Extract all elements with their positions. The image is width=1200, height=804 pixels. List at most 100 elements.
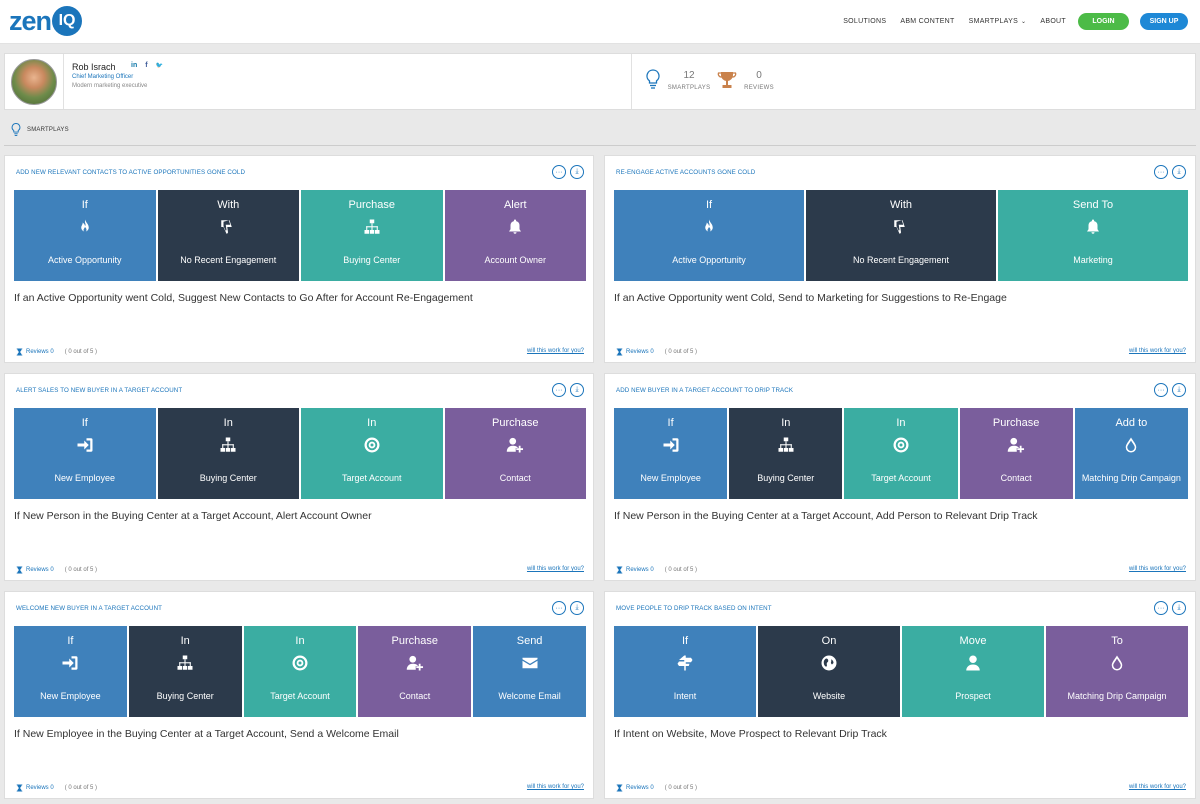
section-divider xyxy=(4,145,1196,146)
will-this-work-link[interactable]: will this work for you? xyxy=(1129,348,1186,354)
smartplay-card[interactable]: ADD NEW BUYER IN A TARGET ACCOUNT TO DRI… xyxy=(604,373,1196,581)
nav-solutions[interactable]: SOLUTIONS xyxy=(843,18,886,25)
download-icon[interactable]: ⤓ xyxy=(1172,165,1186,179)
will-this-work-link[interactable]: will this work for you? xyxy=(527,566,584,572)
logo-wordmark: zen xyxy=(9,6,52,36)
rule-tile[interactable]: To Matching Drip Campaign xyxy=(1046,626,1188,717)
rule-tile[interactable]: Send To Marketing xyxy=(998,190,1188,281)
more-options-icon[interactable]: ··· xyxy=(1154,601,1168,615)
tile-keyword: Purchase xyxy=(492,417,539,429)
more-options-icon[interactable]: ··· xyxy=(1154,383,1168,397)
smartplay-card[interactable]: ADD NEW RELEVANT CONTACTS TO ACTIVE OPPO… xyxy=(4,155,594,363)
download-icon[interactable]: ⤓ xyxy=(1172,383,1186,397)
avatar xyxy=(11,59,57,105)
reviews-count: 0 xyxy=(756,70,762,81)
rule-tile[interactable]: In Buying Center xyxy=(128,626,242,717)
review-count: ( 0 out of 5 ) xyxy=(64,349,98,355)
smartplay-card[interactable]: MOVE PEOPLE TO DRIP TRACK BASED ON INTEN… xyxy=(604,591,1196,799)
will-this-work-link[interactable]: will this work for you? xyxy=(527,348,584,354)
rule-tile[interactable]: In Buying Center xyxy=(729,408,843,499)
zeniq-logo[interactable]: zen IQ xyxy=(9,6,83,36)
download-icon[interactable]: ⤓ xyxy=(570,165,584,179)
rule-tile[interactable]: With No Recent Engagement xyxy=(157,190,299,281)
card-description: If New Person in the Buying Center at a … xyxy=(14,510,372,522)
tile-keyword: Purchase xyxy=(348,199,395,211)
reviews-link[interactable]: Reviews 0 xyxy=(26,349,54,355)
reviews-link[interactable]: Reviews 0 xyxy=(626,349,654,355)
will-this-work-link[interactable]: will this work for you? xyxy=(1129,566,1186,572)
card-title[interactable]: RE-ENGAGE ACTIVE ACCOUNTS GONE COLD xyxy=(616,169,755,176)
more-options-icon[interactable]: ··· xyxy=(552,383,566,397)
target-icon xyxy=(363,436,381,454)
smartplay-card[interactable]: RE-ENGAGE ACTIVE ACCOUNTS GONE COLD ··· … xyxy=(604,155,1196,363)
card-title[interactable]: WELCOME NEW BUYER IN A TARGET ACCOUNT xyxy=(16,605,162,612)
more-options-icon[interactable]: ··· xyxy=(552,165,566,179)
tile-label: Intent xyxy=(673,691,697,701)
sign-in-icon xyxy=(61,654,79,672)
rule-tile[interactable]: Purchase Contact xyxy=(959,408,1073,499)
nav-abm-content[interactable]: ABM CONTENT xyxy=(900,18,954,25)
rule-tile[interactable]: Move Prospect xyxy=(902,626,1044,717)
smartplay-card[interactable]: WELCOME NEW BUYER IN A TARGET ACCOUNT ··… xyxy=(4,591,594,799)
tile-label: Contact xyxy=(1000,473,1032,483)
more-options-icon[interactable]: ··· xyxy=(552,601,566,615)
card-title[interactable]: ALERT SALES TO NEW BUYER IN A TARGET ACC… xyxy=(16,387,182,394)
twitter-icon[interactable]: 🐦 xyxy=(156,62,163,69)
smartplays-count-label: SMARTPLAYS xyxy=(667,85,711,91)
rule-tile[interactable]: On Website xyxy=(758,626,900,717)
facebook-icon[interactable]: f xyxy=(145,62,147,69)
card-description: If Intent on Website, Move Prospect to R… xyxy=(614,728,887,740)
nav-smartplays[interactable]: SMARTPLAYS ⌄ xyxy=(969,18,1027,25)
globe-icon xyxy=(820,654,838,672)
rule-tile[interactable]: If Active Opportunity xyxy=(14,190,156,281)
rule-tile[interactable]: In Target Account xyxy=(243,626,357,717)
fire-icon xyxy=(700,218,718,236)
reviews-link[interactable]: Reviews 0 xyxy=(26,567,54,573)
tile-keyword: Send To xyxy=(1072,199,1114,211)
download-icon[interactable]: ⤓ xyxy=(1172,601,1186,615)
rule-tile[interactable]: Send Welcome Email xyxy=(473,626,586,717)
rule-tile[interactable]: Add to Matching Drip Campaign xyxy=(1074,408,1188,499)
rule-tile[interactable]: Purchase Contact xyxy=(358,626,472,717)
rule-tile[interactable]: Alert Account Owner xyxy=(444,190,586,281)
rule-tile[interactable]: In Target Account xyxy=(844,408,958,499)
divider xyxy=(631,54,632,109)
tile-label: New Employee xyxy=(40,691,101,701)
rule-tile[interactable]: Purchase Contact xyxy=(444,408,586,499)
rule-tiles: If Active Opportunity With No Recent Eng… xyxy=(14,190,586,281)
reviews-link[interactable]: Reviews 0 xyxy=(626,567,654,573)
card-title[interactable]: MOVE PEOPLE TO DRIP TRACK BASED ON INTEN… xyxy=(616,605,772,612)
review-count: ( 0 out of 5 ) xyxy=(664,567,698,573)
rule-tile[interactable]: In Target Account xyxy=(301,408,443,499)
download-icon[interactable]: ⤓ xyxy=(570,383,584,397)
drop-icon xyxy=(1108,654,1126,672)
signup-button[interactable]: SIGN UP xyxy=(1140,13,1188,30)
rule-tile[interactable]: In Buying Center xyxy=(157,408,299,499)
rule-tile[interactable]: If Intent xyxy=(614,626,756,717)
divider xyxy=(63,54,64,109)
card-title[interactable]: ADD NEW BUYER IN A TARGET ACCOUNT TO DRI… xyxy=(616,387,793,394)
rule-tile[interactable]: Purchase Buying Center xyxy=(301,190,443,281)
reviews-link[interactable]: Reviews 0 xyxy=(26,785,54,791)
tile-keyword: Move xyxy=(959,635,987,647)
rule-tiles: If New Employee In Buying Center In Targ… xyxy=(14,626,586,717)
rule-tile[interactable]: If New Employee xyxy=(14,408,156,499)
rule-tile[interactable]: If New Employee xyxy=(14,626,127,717)
tile-label: New Employee xyxy=(54,473,116,483)
rule-tile[interactable]: With No Recent Engagement xyxy=(806,190,996,281)
nav-about[interactable]: ABOUT xyxy=(1040,18,1066,25)
target-icon xyxy=(892,436,910,454)
rule-tile[interactable]: If New Employee xyxy=(614,408,728,499)
reviews-link[interactable]: Reviews 0 xyxy=(626,785,654,791)
will-this-work-link[interactable]: will this work for you? xyxy=(1129,784,1186,790)
card-title[interactable]: ADD NEW RELEVANT CONTACTS TO ACTIVE OPPO… xyxy=(16,169,245,176)
login-button[interactable]: LOGIN xyxy=(1078,13,1129,30)
rule-tile[interactable]: If Active Opportunity xyxy=(614,190,804,281)
more-options-icon[interactable]: ··· xyxy=(1154,165,1168,179)
download-icon[interactable]: ⤓ xyxy=(570,601,584,615)
tile-keyword: With xyxy=(890,199,912,211)
sitemap-icon xyxy=(219,436,237,454)
smartplay-card[interactable]: ALERT SALES TO NEW BUYER IN A TARGET ACC… xyxy=(4,373,594,581)
will-this-work-link[interactable]: will this work for you? xyxy=(527,784,584,790)
linkedin-icon[interactable]: in xyxy=(131,62,137,69)
